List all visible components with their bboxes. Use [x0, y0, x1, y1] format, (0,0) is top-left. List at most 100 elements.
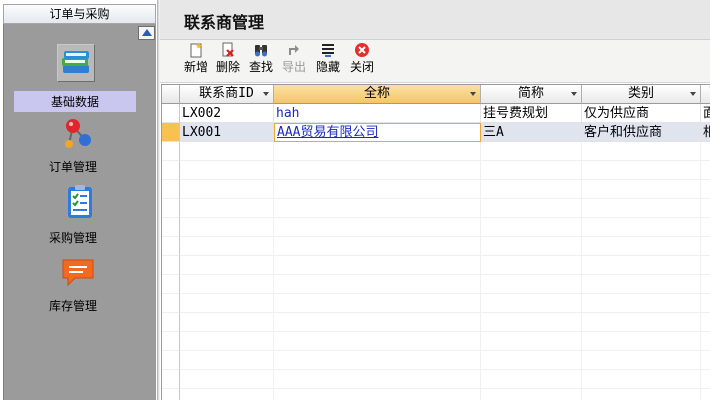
- find-button[interactable]: 查找: [247, 42, 275, 78]
- title-bar: 联系商管理: [160, 0, 710, 40]
- chevron-down-icon[interactable]: [263, 92, 269, 96]
- delete-button[interactable]: 删除: [214, 42, 242, 78]
- column-header-id[interactable]: 联系商ID: [180, 85, 274, 104]
- column-header-full-name[interactable]: 全称: [274, 85, 481, 104]
- empty-cell: [701, 218, 710, 237]
- empty-cell: [582, 294, 701, 313]
- empty-cell: [481, 180, 582, 199]
- row-indicator[interactable]: [162, 104, 180, 123]
- empty-cell: [582, 332, 701, 351]
- empty-cell: [274, 161, 481, 180]
- empty-cell: [582, 161, 701, 180]
- delete-document-icon: [222, 42, 234, 57]
- row-indicator: [162, 294, 180, 313]
- sidebar-item-orders[interactable]: 订单管理: [4, 114, 157, 180]
- empty-cell: [582, 237, 701, 256]
- empty-cell: [180, 180, 274, 199]
- cell-full-name[interactable]: AAA贸易有限公司: [274, 123, 481, 142]
- cell-full-name[interactable]: hah: [274, 104, 481, 123]
- hide-button[interactable]: 隐藏: [314, 42, 342, 78]
- sidebar-item-purchasing[interactable]: 采购管理: [4, 184, 157, 250]
- close-button[interactable]: 关闭: [348, 42, 376, 78]
- books-icon: [57, 44, 95, 82]
- export-button[interactable]: 导出: [280, 42, 308, 78]
- chevron-down-icon[interactable]: [571, 92, 577, 96]
- column-header-extra[interactable]: 面: [701, 85, 710, 104]
- row-indicator: [162, 161, 180, 180]
- cell-short-name[interactable]: 挂号费规划: [481, 104, 582, 123]
- cell-category[interactable]: 客户和供应商: [582, 123, 701, 142]
- chevron-down-icon[interactable]: [470, 92, 476, 96]
- column-header-category[interactable]: 类别: [582, 85, 701, 104]
- sidebar-item-label: 采购管理: [49, 231, 98, 245]
- toolbar: 新增 删除 查找 导出 隐藏 关闭: [160, 40, 710, 83]
- cell-id[interactable]: LX002: [180, 104, 274, 123]
- empty-cell: [180, 142, 274, 161]
- empty-cell: [481, 142, 582, 161]
- empty-cell: [274, 275, 481, 294]
- column-header-short-name[interactable]: 简称: [481, 85, 582, 104]
- cell-extra[interactable]: 相: [701, 123, 710, 142]
- row-indicator: [162, 313, 180, 332]
- empty-cell: [180, 332, 274, 351]
- table-row[interactable]: LX002 hah 挂号费规划 仅为供应商 面: [162, 104, 710, 123]
- empty-cell: [180, 199, 274, 218]
- empty-row: [162, 142, 710, 161]
- empty-row: [162, 370, 710, 389]
- chevron-down-icon[interactable]: [690, 92, 696, 96]
- empty-row: [162, 218, 710, 237]
- sidebar-header[interactable]: 订单与采购: [3, 4, 156, 24]
- empty-cell: [582, 142, 701, 161]
- empty-cell: [582, 180, 701, 199]
- cell-id[interactable]: LX001: [180, 123, 274, 142]
- empty-cell: [274, 389, 481, 400]
- row-indicator[interactable]: [162, 123, 180, 142]
- grid-header: 联系商ID 全称 简称 类别 面: [162, 85, 710, 104]
- empty-cell: [701, 332, 710, 351]
- cell-extra[interactable]: 面: [701, 104, 710, 123]
- main-panel: 联系商管理 新增 删除 查找 导出 隐藏 关闭 联系商ID 全称 简称 类别 L…: [160, 0, 710, 400]
- hide-list-icon: [322, 44, 334, 57]
- sidebar-item-basic-data[interactable]: 基础数据: [4, 44, 157, 114]
- row-indicator: [162, 199, 180, 218]
- row-indicator: [162, 237, 180, 256]
- empty-cell: [274, 142, 481, 161]
- row-indicator: [162, 351, 180, 370]
- empty-cell: [701, 370, 710, 389]
- row-indicator: [162, 218, 180, 237]
- empty-cell: [274, 180, 481, 199]
- cell-short-name[interactable]: 三A: [481, 123, 582, 142]
- sidebar-item-label: 订单管理: [49, 160, 98, 174]
- empty-cell: [274, 332, 481, 351]
- empty-cell: [481, 237, 582, 256]
- empty-row: [162, 294, 710, 313]
- empty-cell: [274, 370, 481, 389]
- empty-cell: [481, 161, 582, 180]
- empty-cell: [481, 218, 582, 237]
- row-indicator: [162, 389, 180, 400]
- empty-cell: [180, 275, 274, 294]
- export-icon: [289, 45, 299, 55]
- empty-cell: [701, 294, 710, 313]
- empty-cell: [582, 370, 701, 389]
- sidebar-body: 基础数据 订单管理 采购管理 库存管理: [3, 24, 156, 400]
- empty-cell: [274, 256, 481, 275]
- empty-cell: [274, 313, 481, 332]
- empty-row: [162, 199, 710, 218]
- new-button[interactable]: 新增: [182, 42, 210, 78]
- table-row[interactable]: LX001 AAA贸易有限公司 三A 客户和供应商 相: [162, 123, 710, 142]
- empty-cell: [481, 294, 582, 313]
- empty-cell: [274, 237, 481, 256]
- empty-cell: [701, 256, 710, 275]
- row-indicator: [162, 332, 180, 351]
- cell-category[interactable]: 仅为供应商: [582, 104, 701, 123]
- row-indicator-header[interactable]: [162, 85, 180, 104]
- empty-row: [162, 256, 710, 275]
- sidebar-item-label: 基础数据: [14, 91, 136, 112]
- sidebar-item-inventory[interactable]: 库存管理: [4, 254, 157, 320]
- close-circle-icon: [355, 43, 369, 57]
- empty-cell: [582, 313, 701, 332]
- scroll-up-button[interactable]: [138, 26, 155, 40]
- empty-cell: [481, 256, 582, 275]
- empty-cell: [180, 218, 274, 237]
